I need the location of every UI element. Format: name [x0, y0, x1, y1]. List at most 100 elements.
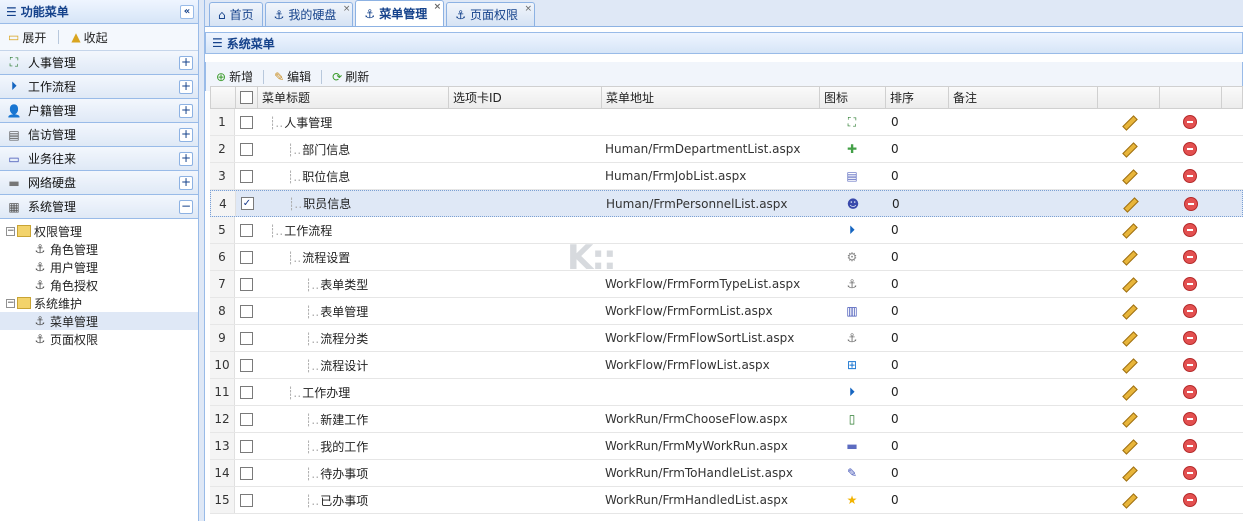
edit-pencil-icon[interactable] [1120, 330, 1136, 346]
delete-icon[interactable] [1183, 115, 1197, 129]
table-row[interactable]: 5 ┊‥ 工作流程 ⏵ 0 [210, 217, 1243, 244]
section-toggle-button[interactable]: + [179, 127, 193, 142]
edit-button[interactable]: ✎ 编辑 [274, 68, 311, 85]
edit-pencil-icon[interactable] [1120, 276, 1136, 292]
row-checkbox[interactable] [239, 304, 253, 318]
delete-icon[interactable] [1183, 358, 1197, 372]
edit-pencil-icon[interactable] [1120, 411, 1136, 427]
tree-node[interactable]: ⚓ 用户管理 [0, 258, 198, 276]
table-row[interactable]: 15 ┊‥ 已办事项 WorkRun/FrmHandledList.aspx ★ … [210, 487, 1243, 514]
delete-icon[interactable] [1183, 385, 1197, 399]
accordion-section[interactable]: ▤ 信访管理 + [0, 123, 198, 147]
expand-button[interactable]: ▭ 展开 [8, 29, 46, 46]
tab-item[interactable]: ⌂ 首页 [209, 2, 263, 26]
delete-icon[interactable] [1183, 250, 1197, 264]
tree-toggle-button[interactable]: − [6, 298, 15, 308]
edit-pencil-icon[interactable] [1120, 249, 1136, 265]
table-row[interactable]: 3 ┊‥ 职位信息 Human/FrmJobList.aspx ▤ 0 [210, 163, 1243, 190]
select-all-checkbox[interactable] [240, 91, 253, 104]
delete-icon[interactable] [1183, 493, 1197, 507]
edit-pencil-icon[interactable] [1120, 222, 1136, 238]
edit-pencil-icon[interactable] [1120, 465, 1136, 481]
section-toggle-button[interactable]: + [179, 79, 193, 94]
close-icon[interactable]: × [524, 4, 532, 14]
edit-pencil-icon[interactable] [1120, 114, 1136, 130]
collapse-all-button[interactable]: ▲ 收起 [71, 29, 107, 46]
tree-node[interactable]: ⚓ 角色管理 [0, 240, 198, 258]
table-row[interactable]: 8 ┊‥ 表单管理 WorkFlow/FrmFormList.aspx ▥ 0 [210, 298, 1243, 325]
row-checkbox[interactable]: ✓ [240, 197, 254, 210]
tree-node[interactable]: − 系统维护 [0, 294, 198, 312]
delete-icon[interactable] [1183, 277, 1197, 291]
section-toggle-button[interactable]: + [179, 103, 193, 118]
row-checkbox[interactable] [239, 331, 253, 345]
section-toggle-button[interactable]: + [179, 175, 193, 190]
delete-icon[interactable] [1184, 196, 1198, 211]
refresh-button[interactable]: ⟳ 刷新 [332, 68, 369, 85]
tab-item[interactable]: ⚓ 菜单管理 × [355, 0, 445, 26]
header-url[interactable]: 菜单地址 [602, 87, 820, 108]
row-checkbox[interactable] [239, 385, 253, 399]
delete-icon[interactable] [1183, 142, 1197, 156]
tree-toggle-button[interactable]: − [6, 226, 15, 236]
close-icon[interactable]: × [434, 2, 442, 12]
edit-pencil-icon[interactable] [1120, 303, 1136, 319]
section-toggle-button[interactable]: + [179, 151, 193, 166]
delete-icon[interactable] [1183, 466, 1197, 480]
accordion-section[interactable]: ⛶ 人事管理 + [0, 51, 198, 75]
row-checkbox[interactable] [239, 358, 253, 372]
row-checkbox[interactable] [239, 142, 253, 156]
accordion-section[interactable]: 👤 户籍管理 + [0, 99, 198, 123]
header-tab-id[interactable]: 选项卡ID [449, 87, 602, 108]
table-row[interactable]: 9 ┊‥ 流程分类 WorkFlow/FrmFlowSortList.aspx ⚓… [210, 325, 1243, 352]
row-checkbox[interactable] [239, 466, 253, 480]
delete-icon[interactable] [1183, 412, 1197, 426]
edit-pencil-icon[interactable] [1120, 357, 1136, 373]
delete-icon[interactable] [1183, 169, 1197, 183]
close-icon[interactable]: × [343, 4, 351, 14]
row-checkbox[interactable] [239, 277, 253, 291]
delete-icon[interactable] [1183, 304, 1197, 318]
edit-pencil-icon[interactable] [1120, 492, 1136, 508]
accordion-section[interactable]: ▬ 网络硬盘 + [0, 171, 198, 195]
row-checkbox[interactable] [239, 412, 253, 426]
edit-pencil-icon[interactable] [1120, 141, 1136, 157]
table-row[interactable]: 14 ┊‥ 待办事项 WorkRun/FrmToHandleList.aspx ✎… [210, 460, 1243, 487]
tree-node[interactable]: ⚓ 页面权限 [0, 330, 198, 348]
header-sort[interactable]: 排序 [886, 87, 949, 108]
tab-item[interactable]: ⚓ 我的硬盘 × [264, 2, 354, 26]
header-select-all[interactable] [236, 87, 258, 108]
edit-pencil-icon[interactable] [1120, 168, 1136, 184]
delete-icon[interactable] [1183, 439, 1197, 453]
table-row[interactable]: 6 ┊‥ 流程设置 ⚙ 0 [210, 244, 1243, 271]
table-row[interactable]: 11 ┊‥ 工作办理 ⏵ 0 [210, 379, 1243, 406]
table-row[interactable]: 13 ┊‥ 我的工作 WorkRun/FrmMyWorkRun.aspx ▬ 0 [210, 433, 1243, 460]
row-checkbox[interactable] [239, 250, 253, 264]
table-row[interactable]: 4 ✓ ┊‥ 职员信息 Human/FrmPersonnelList.aspx ☻… [210, 190, 1243, 217]
row-checkbox[interactable] [239, 439, 253, 453]
table-row[interactable]: 7 ┊‥ 表单类型 WorkFlow/FrmFormTypeList.aspx ⚓… [210, 271, 1243, 298]
collapse-panel-button[interactable]: « [180, 4, 194, 19]
table-row[interactable]: 12 ┊‥ 新建工作 WorkRun/FrmChooseFlow.aspx ▯ 0 [210, 406, 1243, 433]
accordion-section[interactable]: ▭ 业务往来 + [0, 147, 198, 171]
delete-icon[interactable] [1183, 223, 1197, 237]
delete-icon[interactable] [1183, 331, 1197, 345]
accordion-section[interactable]: ⏵ 工作流程 + [0, 75, 198, 99]
header-title[interactable]: 菜单标题 [258, 87, 449, 108]
edit-pencil-icon[interactable] [1121, 196, 1137, 212]
accordion-section[interactable]: ▦ 系统管理 − [0, 195, 198, 219]
row-checkbox[interactable] [239, 223, 253, 237]
row-checkbox[interactable] [239, 169, 253, 183]
section-toggle-button[interactable]: − [179, 199, 193, 214]
tree-node[interactable]: − 权限管理 [0, 222, 198, 240]
header-icon[interactable]: 图标 [820, 87, 886, 108]
edit-pencil-icon[interactable] [1120, 438, 1136, 454]
tab-item[interactable]: ⚓ 页面权限 × [446, 2, 535, 26]
tree-node[interactable]: ⚓ 角色授权 [0, 276, 198, 294]
table-row[interactable]: 10 ┊‥ 流程设计 WorkFlow/FrmFlowList.aspx ⊞ 0 [210, 352, 1243, 379]
tree-node[interactable]: ⚓ 菜单管理 [0, 312, 198, 330]
row-checkbox[interactable] [239, 115, 253, 129]
row-checkbox[interactable] [239, 493, 253, 507]
header-note[interactable]: 备注 [949, 87, 1098, 108]
section-toggle-button[interactable]: + [179, 55, 193, 70]
